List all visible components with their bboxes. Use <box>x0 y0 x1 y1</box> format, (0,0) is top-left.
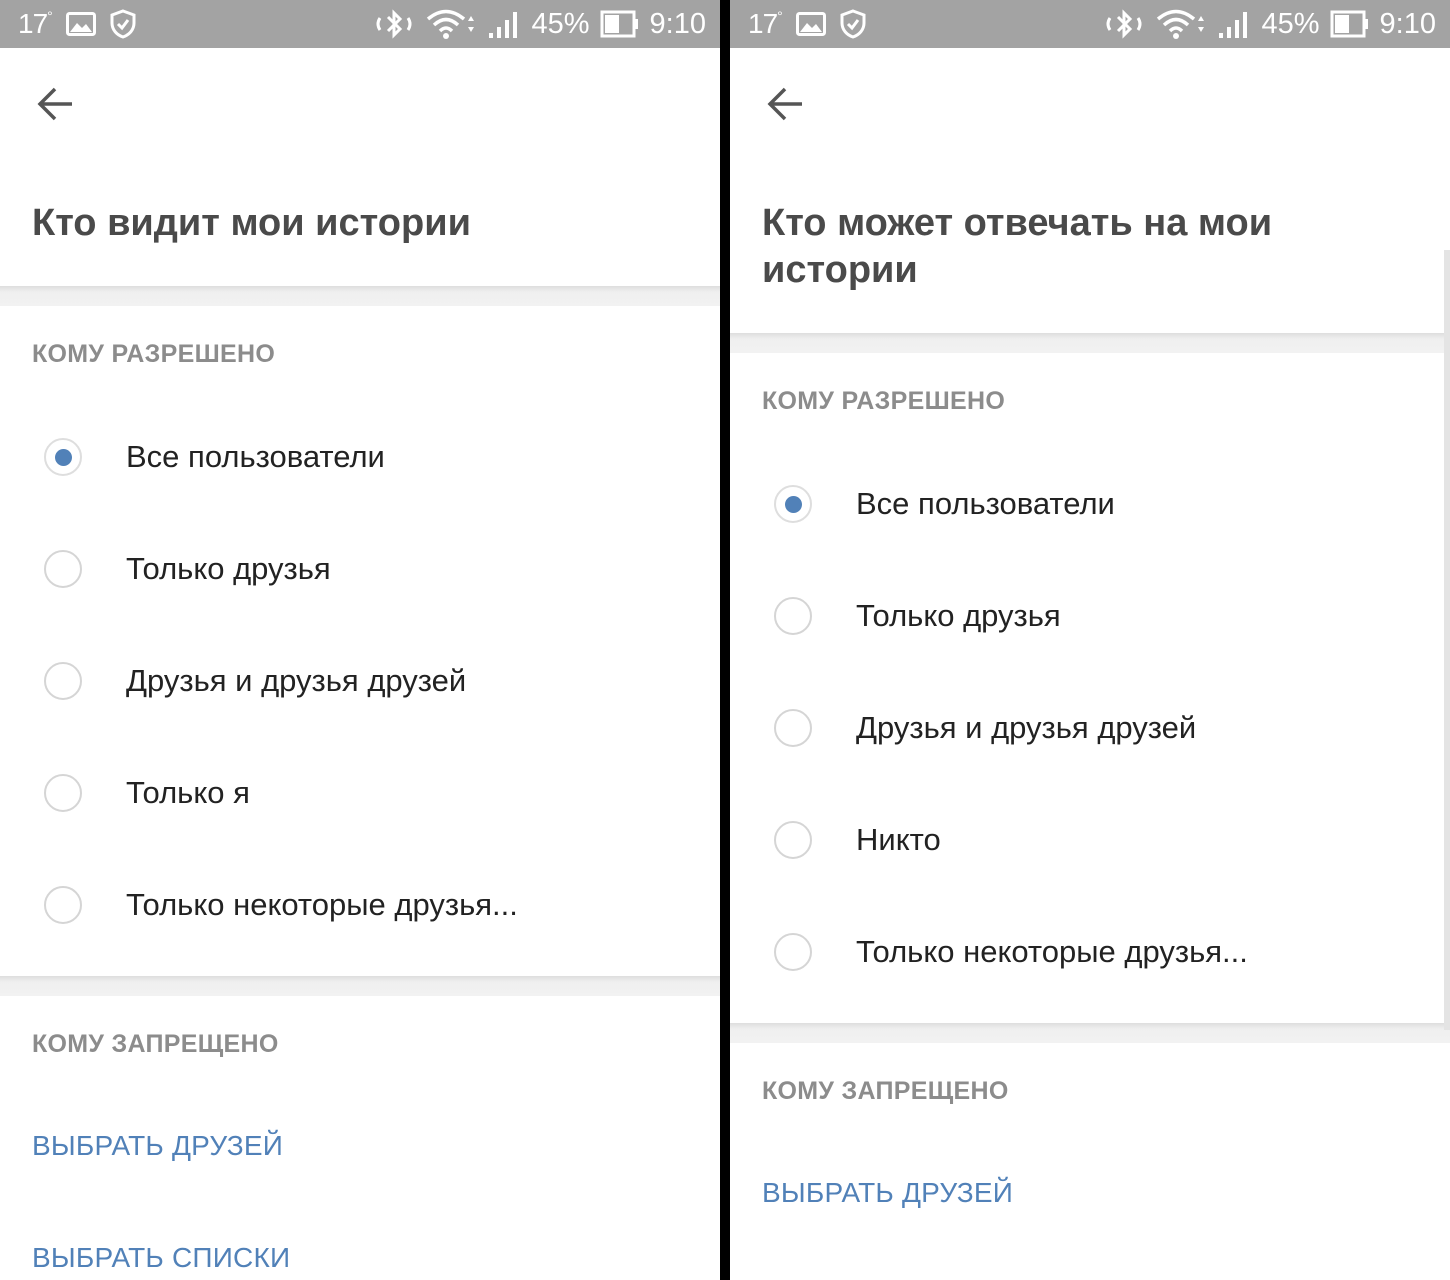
option-label: Все пользователи <box>856 486 1115 521</box>
screen-who-sees-stories: 17° 45% 9:10 Кто видит мои истории КОМУ … <box>0 0 720 1280</box>
battery-icon <box>1330 10 1370 38</box>
radio-button[interactable] <box>774 709 812 747</box>
bluetooth-icon <box>1102 8 1146 40</box>
option-all-users[interactable]: Все пользователи <box>0 401 720 513</box>
battery-percentage: 45% <box>531 7 590 40</box>
shield-check-icon <box>840 9 866 39</box>
page-title: Кто может отвечать на мои истории <box>762 200 1402 294</box>
image-icon <box>65 12 96 36</box>
option-label: Только я <box>126 775 250 810</box>
weather-temperature: 17° <box>18 8 53 39</box>
radio-button[interactable] <box>774 485 812 523</box>
option-some-friends[interactable]: Только некоторые друзья... <box>730 896 1450 1008</box>
battery-icon <box>600 10 640 38</box>
option-friends-of-friends[interactable]: Друзья и друзья друзей <box>0 625 720 737</box>
option-label: Друзья и друзья друзей <box>856 710 1197 745</box>
option-label: Только некоторые друзья... <box>856 934 1248 969</box>
shield-check-icon <box>110 9 136 39</box>
select-lists-link[interactable]: ВЫБРАТЬ СПИСКИ <box>32 1242 290 1274</box>
radio-button[interactable] <box>774 597 812 635</box>
arrow-left-icon <box>767 87 802 121</box>
option-label: Только друзья <box>856 598 1061 633</box>
denied-section-label: КОМУ ЗАПРЕЩЕНО <box>32 1030 279 1058</box>
radio-button[interactable] <box>44 662 82 700</box>
page-title: Кто видит мои истории <box>32 202 471 244</box>
screen-who-can-reply-stories: 17° 45% 9:10 Кто может отвечать на мои и… <box>730 0 1450 1280</box>
option-friends-of-friends[interactable]: Друзья и друзья друзей <box>730 672 1450 784</box>
bluetooth-icon <box>372 8 416 40</box>
option-only-friends[interactable]: Только друзья <box>0 513 720 625</box>
option-label: Все пользователи <box>126 439 385 474</box>
option-all-users[interactable]: Все пользователи <box>730 448 1450 560</box>
section-divider <box>730 333 1450 353</box>
option-label: Никто <box>856 822 941 857</box>
allowed-section-label: КОМУ РАЗРЕШЕНО <box>32 340 276 368</box>
signal-icon <box>1218 9 1252 39</box>
section-divider <box>0 286 720 306</box>
wifi-icon <box>1156 8 1208 40</box>
clock: 9:10 <box>649 7 706 40</box>
battery-percentage: 45% <box>1261 7 1320 40</box>
radio-button[interactable] <box>774 933 812 971</box>
denied-section-label: КОМУ ЗАПРЕЩЕНО <box>762 1077 1009 1105</box>
section-divider <box>730 1023 1450 1043</box>
back-button[interactable] <box>762 80 810 128</box>
section-divider <box>0 976 720 996</box>
radio-button[interactable] <box>44 774 82 812</box>
radio-button[interactable] <box>774 821 812 859</box>
option-only-me[interactable]: Только я <box>0 737 720 849</box>
signal-icon <box>488 9 522 39</box>
allowed-section-label: КОМУ РАЗРЕШЕНО <box>762 387 1006 415</box>
scrollbar[interactable] <box>1444 250 1450 1030</box>
page-title-line: истории <box>762 249 918 291</box>
option-label: Только некоторые друзья... <box>126 887 518 922</box>
radio-button[interactable] <box>44 550 82 588</box>
weather-temperature: 17° <box>748 8 783 39</box>
radio-button[interactable] <box>44 438 82 476</box>
wifi-icon <box>426 8 478 40</box>
image-icon <box>795 12 826 36</box>
option-only-friends[interactable]: Только друзья <box>730 560 1450 672</box>
option-nobody[interactable]: Никто <box>730 784 1450 896</box>
back-button[interactable] <box>32 80 80 128</box>
page-title-line: Кто может отвечать на мои <box>762 202 1273 244</box>
option-some-friends[interactable]: Только некоторые друзья... <box>0 849 720 961</box>
select-friends-link[interactable]: ВЫБРАТЬ ДРУЗЕЙ <box>762 1177 1013 1209</box>
option-label: Друзья и друзья друзей <box>126 663 467 698</box>
clock: 9:10 <box>1379 7 1436 40</box>
select-friends-link[interactable]: ВЫБРАТЬ ДРУЗЕЙ <box>32 1130 283 1162</box>
status-bar: 17° 45% 9:10 <box>730 0 1450 48</box>
status-bar: 17° 45% 9:10 <box>0 0 720 48</box>
option-label: Только друзья <box>126 551 331 586</box>
arrow-left-icon <box>37 87 72 121</box>
radio-button[interactable] <box>44 886 82 924</box>
